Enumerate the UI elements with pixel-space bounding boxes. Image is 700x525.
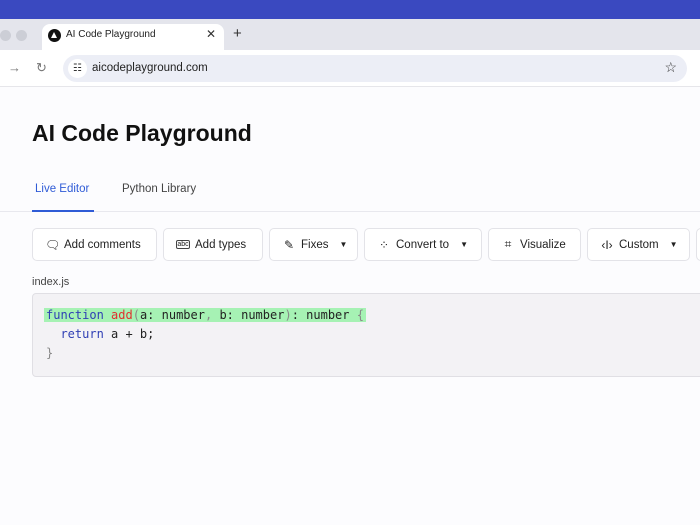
chevron-down-icon: ▼ bbox=[339, 240, 348, 249]
code-token: ( bbox=[132, 308, 140, 322]
filename-label: index.js bbox=[32, 276, 70, 288]
convert-to-button[interactable]: ⁘ Convert to ▼ bbox=[364, 228, 482, 261]
code-token: : number bbox=[291, 308, 357, 322]
code-token: ) bbox=[284, 308, 292, 322]
code-token: return bbox=[60, 327, 104, 341]
button-label: Fixes bbox=[301, 238, 329, 251]
button-label: Custom bbox=[619, 238, 659, 251]
tab-title: AI Code Playground bbox=[66, 29, 156, 40]
button-label: Visualize bbox=[520, 238, 566, 251]
close-tab-icon[interactable]: ✕ bbox=[206, 27, 216, 41]
page-tabs: Live Editor Python Library bbox=[0, 176, 700, 212]
code-token: add bbox=[111, 308, 133, 322]
window-titlebar bbox=[0, 0, 700, 19]
cursor-icon: ‹I› bbox=[601, 237, 613, 252]
page-title: AI Code Playground bbox=[32, 120, 252, 146]
abc-icon: abc bbox=[176, 240, 190, 249]
comment-icon: 🗨 bbox=[45, 237, 61, 252]
reload-icon[interactable]: ↻ bbox=[36, 60, 47, 76]
new-tab-button[interactable]: + bbox=[233, 25, 242, 42]
active-tab-indicator bbox=[32, 210, 94, 212]
code-line: return a + b; bbox=[46, 325, 700, 344]
tab-python-library[interactable]: Python Library bbox=[122, 183, 196, 195]
site-logo-icon bbox=[48, 29, 61, 42]
more-button[interactable] bbox=[696, 228, 700, 261]
graph-icon: ⌗ bbox=[504, 237, 512, 251]
url-text[interactable]: aicodeplayground.com bbox=[92, 62, 208, 74]
chevron-down-icon: ▼ bbox=[460, 240, 468, 249]
code-token: b: number bbox=[219, 308, 285, 322]
visualize-button[interactable]: ⌗ Visualize bbox=[488, 228, 581, 261]
code-token: function bbox=[46, 308, 104, 322]
button-label: Add comments bbox=[64, 238, 141, 251]
code-token: a: number bbox=[139, 308, 205, 322]
code-token: a + b; bbox=[103, 327, 155, 341]
tab-live-editor[interactable]: Live Editor bbox=[35, 183, 89, 195]
button-label: Add types bbox=[195, 238, 247, 251]
code-editor[interactable]: function add(a: number, b: number): numb… bbox=[32, 293, 700, 377]
code-line: } bbox=[46, 346, 54, 360]
address-bar[interactable]: ☷ aicodeplayground.com ☆ bbox=[63, 55, 687, 82]
browser-tab[interactable]: AI Code Playground ✕ bbox=[42, 24, 224, 50]
add-comments-button[interactable]: 🗨 Add comments bbox=[32, 228, 157, 261]
code-line: function add(a: number, b: number): numb… bbox=[44, 306, 700, 325]
chevron-down-icon: ▼ bbox=[669, 240, 678, 249]
fixes-button[interactable]: ✎ Fixes ▼ bbox=[269, 228, 358, 261]
custom-button[interactable]: ‹I› Custom ▼ bbox=[587, 228, 690, 261]
code-token: { bbox=[356, 308, 364, 322]
site-settings-icon[interactable]: ☷ bbox=[68, 59, 87, 78]
forward-icon[interactable]: → bbox=[8, 60, 21, 75]
convert-icon: ⁘ bbox=[378, 237, 390, 252]
nav-bar: → ↻ ☷ aicodeplayground.com ☆ bbox=[0, 50, 700, 87]
code-token: , bbox=[204, 308, 220, 322]
pencil-icon: ✎ bbox=[283, 237, 295, 252]
window-control[interactable] bbox=[16, 30, 27, 41]
bookmark-star-icon[interactable]: ☆ bbox=[664, 59, 677, 76]
window-control[interactable] bbox=[0, 30, 11, 41]
button-label: Convert to bbox=[396, 238, 450, 251]
add-types-button[interactable]: abc Add types bbox=[163, 228, 263, 261]
